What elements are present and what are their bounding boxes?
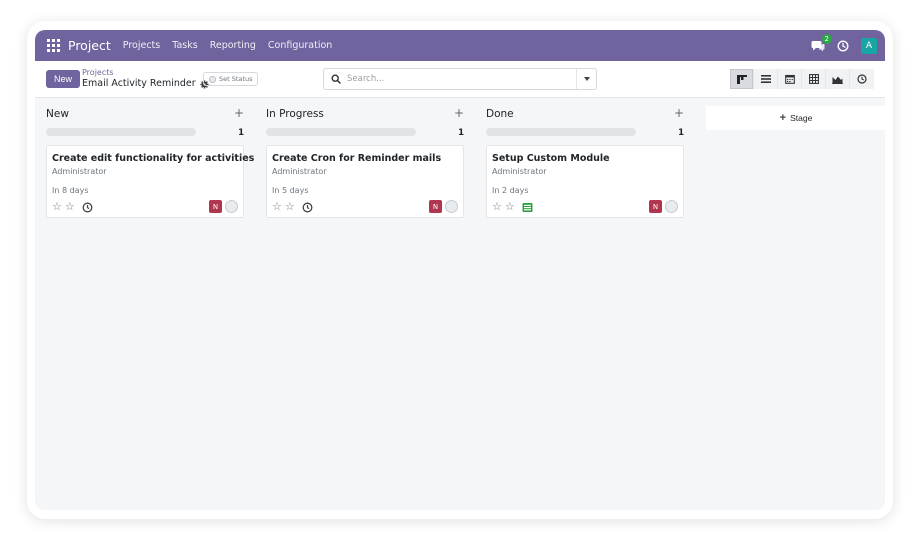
- activity-icon: [857, 74, 867, 84]
- view-pivot-button[interactable]: [802, 69, 826, 89]
- view-calendar-button[interactable]: [778, 69, 802, 89]
- task-card[interactable]: Create edit functionality for activities…: [46, 145, 254, 218]
- status-dot-icon: [209, 75, 216, 83]
- quick-create-icon[interactable]: +: [234, 106, 244, 120]
- column-header: In Progress +: [266, 98, 464, 126]
- navbar-systray: 2 A: [811, 33, 877, 54]
- column-progress-bar[interactable]: [46, 128, 196, 136]
- view-kanban-button[interactable]: [730, 69, 754, 89]
- add-stage-label: Stage: [790, 113, 813, 123]
- task-user: Administrator: [272, 167, 327, 176]
- task-state-icon[interactable]: [445, 200, 458, 213]
- star-icon[interactable]: ☆: [52, 201, 62, 213]
- menu-reporting[interactable]: Reporting: [210, 40, 256, 51]
- view-switcher: [730, 69, 874, 89]
- column-count: 1: [458, 128, 464, 138]
- column-count: 1: [678, 128, 684, 138]
- new-button[interactable]: New: [46, 70, 80, 88]
- star-icon[interactable]: ☆: [492, 201, 502, 213]
- breadcrumb-current-label: Email Activity Reminder: [82, 78, 196, 89]
- menu-tasks[interactable]: Tasks: [172, 40, 197, 51]
- star-icon[interactable]: ☆: [65, 201, 75, 213]
- calendar-icon: [784, 74, 795, 84]
- task-title: Create edit functionality for activities: [52, 153, 255, 164]
- user-avatar[interactable]: A: [861, 37, 877, 54]
- set-status-button[interactable]: Set Status: [203, 72, 259, 86]
- pivot-icon: [808, 74, 819, 84]
- card-icons: ☆ ☆: [272, 201, 313, 213]
- activity-list-icon[interactable]: [522, 202, 533, 213]
- quick-create-icon[interactable]: +: [454, 106, 464, 120]
- task-state-icon[interactable]: [225, 200, 238, 213]
- quick-create-icon[interactable]: +: [674, 106, 684, 120]
- task-card[interactable]: Setup Custom Module Administrator In 2 d…: [486, 145, 684, 218]
- clock-icon[interactable]: [302, 202, 313, 213]
- menu-projects[interactable]: Projects: [123, 40, 160, 51]
- add-stage-button[interactable]: + Stage: [706, 106, 885, 130]
- assignee-avatar[interactable]: N: [209, 200, 222, 213]
- chat-count-badge: 2: [821, 33, 832, 44]
- card-icons: ☆ ☆: [492, 201, 533, 213]
- column-progress-bar[interactable]: [486, 128, 636, 136]
- kanban-board: New + 1 Create edit functionality for ac…: [35, 98, 885, 510]
- kanban-column-in-progress: In Progress + 1 Create Cron for Reminder…: [266, 98, 464, 218]
- column-title: New: [46, 108, 69, 120]
- view-activity-button[interactable]: [850, 69, 874, 89]
- task-user: Administrator: [52, 167, 107, 176]
- view-list-button[interactable]: [754, 69, 778, 89]
- set-status-label: Set Status: [219, 75, 253, 83]
- column-title: In Progress: [266, 108, 324, 120]
- breadcrumb: Projects Email Activity Reminder: [82, 68, 209, 90]
- card-right: N: [209, 200, 238, 213]
- column-progress-bar[interactable]: [266, 128, 416, 136]
- task-title: Create Cron for Reminder mails: [272, 153, 442, 164]
- list-icon: [760, 75, 771, 83]
- app-brand[interactable]: Project: [68, 38, 111, 53]
- graph-icon: [832, 76, 843, 84]
- card-right: N: [649, 200, 678, 213]
- star-icon[interactable]: ☆: [505, 201, 515, 213]
- star-icon[interactable]: ☆: [285, 201, 295, 213]
- assignee-avatar[interactable]: N: [649, 200, 662, 213]
- task-deadline: In 5 days: [272, 186, 309, 195]
- search-icon: [331, 74, 341, 84]
- kanban-column-done: Done + 1 Setup Custom Module Administrat…: [486, 98, 684, 218]
- control-panel: New Projects Email Activity Reminder Set…: [35, 61, 885, 98]
- search-options-toggle[interactable]: [576, 69, 596, 89]
- breadcrumb-projects[interactable]: Projects: [82, 68, 209, 78]
- column-header: Done +: [486, 98, 684, 126]
- menu-configuration[interactable]: Configuration: [268, 40, 332, 51]
- task-card[interactable]: Create Cron for Reminder mails Administr…: [266, 145, 464, 218]
- assignee-avatar[interactable]: N: [429, 200, 442, 213]
- kanban-column-new: New + 1 Create edit functionality for ac…: [46, 98, 254, 218]
- search-input[interactable]: [347, 74, 567, 84]
- task-deadline: In 8 days: [52, 186, 89, 195]
- chat-icon[interactable]: 2: [811, 33, 832, 52]
- task-user: Administrator: [492, 167, 547, 176]
- clock-icon[interactable]: [837, 39, 849, 52]
- task-deadline: In 2 days: [492, 186, 529, 195]
- task-state-icon[interactable]: [665, 200, 678, 213]
- breadcrumb-current: Email Activity Reminder: [82, 78, 209, 90]
- star-icon[interactable]: ☆: [272, 201, 282, 213]
- task-title: Setup Custom Module: [492, 153, 610, 164]
- top-navbar: Project Projects Tasks Reporting Configu…: [35, 30, 885, 61]
- view-graph-button[interactable]: [826, 69, 850, 89]
- clock-icon[interactable]: [82, 202, 93, 213]
- column-count: 1: [238, 128, 244, 138]
- app-window: Project Projects Tasks Reporting Configu…: [35, 30, 885, 510]
- kanban-icon: [736, 74, 747, 84]
- column-header: New +: [46, 98, 244, 126]
- card-icons: ☆ ☆: [52, 201, 93, 213]
- chevron-down-icon: [583, 77, 590, 81]
- plus-icon: +: [779, 112, 787, 124]
- search-bar: [323, 68, 597, 90]
- apps-menu-icon[interactable]: [47, 39, 60, 52]
- column-title: Done: [486, 108, 514, 120]
- card-right: N: [429, 200, 458, 213]
